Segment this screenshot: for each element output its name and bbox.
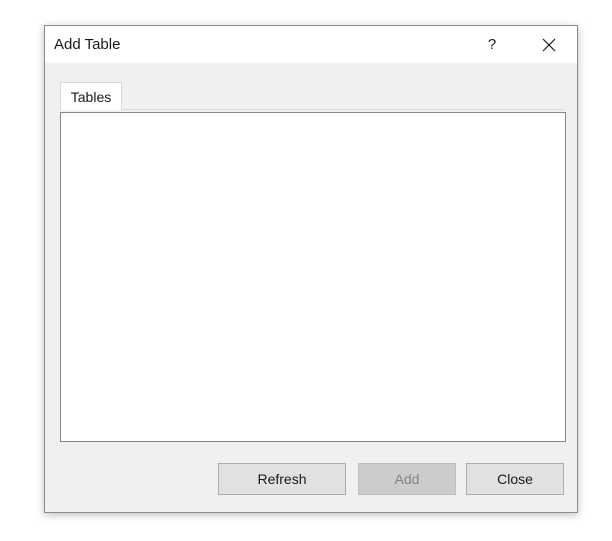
tables-list[interactable] <box>60 112 566 442</box>
add-button[interactable]: Add <box>358 463 456 495</box>
close-icon <box>542 38 556 51</box>
tab-divider <box>60 109 565 110</box>
help-button[interactable]: ? <box>477 26 507 63</box>
title-bar[interactable]: Add Table ? <box>45 26 577 63</box>
refresh-button[interactable]: Refresh <box>218 463 346 495</box>
tab-tables[interactable]: Tables <box>60 82 122 110</box>
add-table-dialog: Add Table ? Tables Refresh Add Close <box>44 25 578 513</box>
dialog-title: Add Table <box>54 36 121 53</box>
close-button[interactable]: Close <box>466 463 564 495</box>
title-close-button[interactable] <box>531 26 567 63</box>
